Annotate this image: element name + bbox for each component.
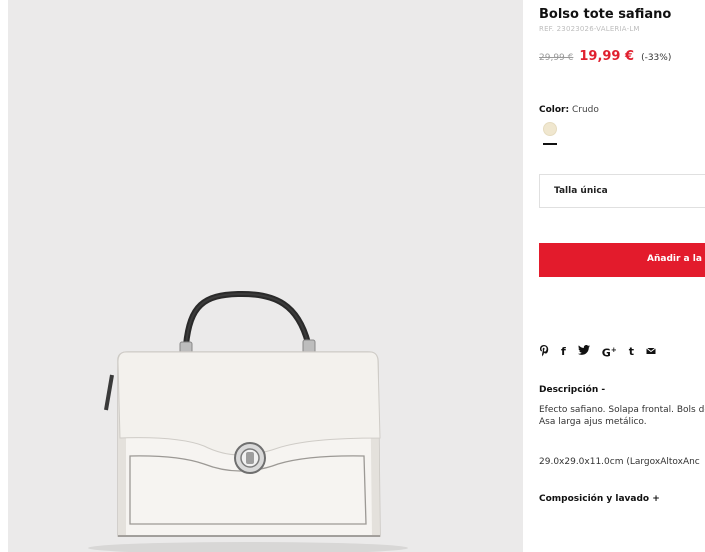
selected-swatch-indicator [543, 143, 557, 145]
google-plus-icon[interactable]: G+ [602, 343, 617, 361]
product-reference: REF. 23023026-VALERIA-LM [539, 25, 640, 33]
color-label-key: Color: [539, 105, 570, 115]
twitter-icon[interactable] [577, 345, 590, 359]
description-toggle[interactable]: Descripción - [539, 385, 605, 395]
description-text: Efecto safiano. Solapa frontal. Bols del… [539, 405, 705, 427]
add-to-cart-label: Añadir a la b [647, 254, 705, 264]
product-title: Bolso tote safiano [539, 7, 672, 22]
color-swatch-crudo[interactable] [543, 122, 557, 136]
product-info-panel: Bolso tote safiano REF. 23023026-VALERIA… [539, 0, 705, 552]
measurements-text: 29.0x29.0x11.0cm (LargoxAltoxAnc [539, 457, 700, 467]
facebook-icon[interactable]: f [561, 345, 566, 359]
tumblr-icon[interactable]: t [629, 345, 634, 359]
size-selector[interactable]: Talla única [539, 174, 705, 208]
price-row: 29,99 € 19,99 € (-33%) [539, 49, 671, 64]
pinterest-icon[interactable] [539, 344, 549, 361]
color-label: Color: Crudo [539, 105, 599, 115]
email-icon[interactable] [646, 345, 656, 359]
color-value: Crudo [571, 105, 599, 115]
share-icons: f G+ t [539, 344, 668, 360]
handbag-illustration [88, 290, 408, 552]
add-to-cart-button[interactable]: Añadir a la b [539, 243, 705, 277]
sale-price: 19,99 € [579, 49, 635, 64]
discount-badge: (-33%) [641, 53, 672, 63]
old-price: 29,99 € [539, 53, 574, 63]
product-image[interactable] [8, 0, 523, 552]
size-selected-value: Talla única [554, 186, 608, 196]
composition-toggle[interactable]: Composición y lavado + [539, 494, 660, 504]
